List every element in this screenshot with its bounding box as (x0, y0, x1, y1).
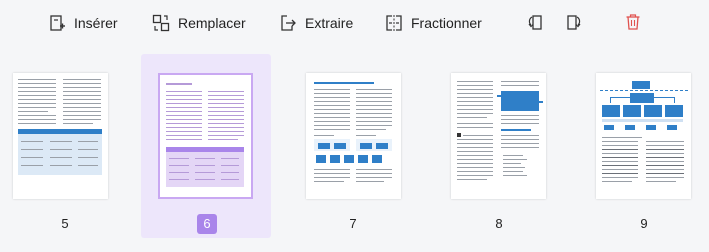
replace-button[interactable]: Remplacer (152, 10, 246, 36)
insert-button[interactable]: Insérer (48, 10, 118, 36)
page-preview (306, 73, 401, 199)
page-number: 5 (61, 216, 69, 231)
split-label: Fractionner (411, 15, 482, 31)
page-toolbar: Insérer Remplacer Extraire Fractionner (0, 0, 709, 46)
page-preview (13, 73, 108, 199)
page-number-selected-badge: 6 (197, 214, 217, 234)
replace-label: Remplacer (178, 15, 246, 31)
page-thumbnails: 5 6 7 8 9 (0, 54, 709, 244)
replace-page-icon (152, 14, 170, 32)
page-thumbnail-5[interactable]: 5 (0, 54, 130, 238)
extract-label: Extraire (305, 15, 354, 31)
page-preview (451, 73, 546, 199)
page-number: 7 (349, 216, 357, 231)
rotate-left-button[interactable] (522, 10, 548, 34)
page-number: 9 (640, 216, 648, 231)
rotate-left-icon (528, 15, 542, 30)
split-button[interactable]: Fractionner (385, 10, 482, 36)
page-preview (596, 73, 691, 199)
extract-page-icon (281, 15, 296, 31)
page-thumbnail-8[interactable]: 8 (434, 54, 564, 238)
split-page-icon (386, 15, 402, 31)
insert-page-icon (50, 15, 65, 31)
page-thumbnail-7[interactable]: 7 (288, 54, 418, 238)
rotate-right-icon (567, 15, 581, 30)
delete-button[interactable] (620, 10, 646, 34)
page-preview (158, 73, 253, 199)
trash-icon (626, 14, 640, 30)
page-thumbnail-9[interactable]: 9 (579, 54, 709, 238)
insert-label: Insérer (74, 15, 118, 31)
page-thumbnail-6[interactable]: 6 (141, 54, 271, 238)
page-number: 8 (495, 216, 503, 231)
rotate-right-button[interactable] (561, 10, 587, 34)
extract-button[interactable]: Extraire (279, 10, 353, 36)
